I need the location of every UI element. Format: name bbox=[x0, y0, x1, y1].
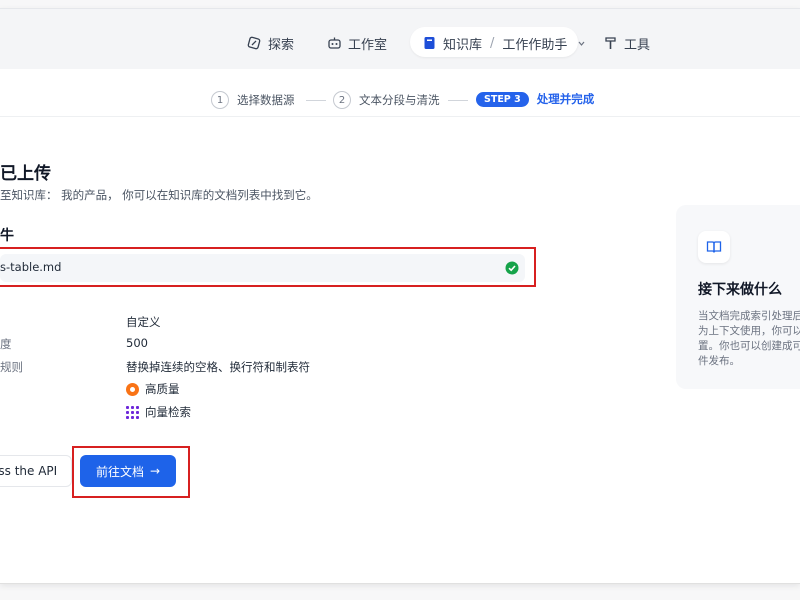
retrieval-label: 向量检索 bbox=[145, 405, 191, 419]
nav-explore-label: 探索 bbox=[268, 37, 295, 53]
max-length-label: 度 bbox=[0, 337, 12, 351]
nav-studio[interactable]: 工作室 bbox=[326, 30, 387, 56]
max-length-value: 500 bbox=[126, 336, 148, 350]
step-connector bbox=[448, 100, 468, 101]
breadcrumb-separator: / bbox=[490, 35, 495, 51]
rules-label: 规则 bbox=[0, 360, 23, 374]
next-steps-card: 接下来做什么 当文档完成索引处理后 为上下文使用，你可以 置。你也可以创建成可 … bbox=[676, 205, 800, 389]
uploaded-file-row[interactable]: s-table.md bbox=[0, 254, 525, 282]
step-1-label: 选择数据源 bbox=[237, 93, 295, 107]
robot-icon bbox=[326, 35, 342, 51]
nav-knowledge-label: 知识库 bbox=[443, 37, 483, 53]
step-1-number: 1 bbox=[211, 91, 229, 109]
vector-grid-icon bbox=[126, 405, 139, 419]
hammer-icon bbox=[602, 35, 618, 51]
stepper: 1 选择数据源 2 文本分段与清洗 STEP 3 处理并完成 bbox=[0, 69, 800, 117]
go-to-documents-button[interactable]: 前往文档 → bbox=[80, 455, 176, 487]
compass-icon bbox=[246, 35, 262, 51]
next-steps-line: 当文档完成索引处理后 bbox=[698, 310, 800, 322]
open-book-icon bbox=[698, 231, 730, 263]
next-steps-line: 件发布。 bbox=[698, 355, 740, 367]
nav-tools-label: 工具 bbox=[624, 37, 651, 53]
step-2: 2 文本分段与清洗 bbox=[333, 91, 440, 109]
step-3-badge: STEP 3 bbox=[476, 91, 529, 107]
page-title: 已上传 bbox=[0, 164, 51, 184]
next-steps-line: 置。你也可以创建成可 bbox=[698, 340, 800, 352]
step-1: 1 选择数据源 bbox=[211, 91, 295, 109]
file-name: s-table.md bbox=[0, 260, 62, 274]
high-quality-icon bbox=[126, 382, 139, 396]
app-window: 探索 工作室 知识库 / 工作作助手 工具 1 选择数据源 2 文本分段与清洗 … bbox=[0, 8, 800, 584]
nav-explore[interactable]: 探索 bbox=[246, 30, 294, 56]
retrieval-value: 向量检索 bbox=[126, 404, 191, 420]
book-icon bbox=[421, 35, 437, 51]
step-3-label: 处理并完成 bbox=[536, 92, 595, 106]
next-steps-title: 接下来做什么 bbox=[698, 282, 782, 298]
chevron-down-icon[interactable] bbox=[573, 35, 589, 51]
next-steps-line: 为上下文使用，你可以 bbox=[698, 325, 800, 337]
step-2-label: 文本分段与清洗 bbox=[359, 93, 440, 107]
rules-value: 替换掉连续的空格、换行符和制表符 bbox=[126, 360, 310, 374]
nav-knowledge[interactable]: 知识库 / 工作作助手 bbox=[421, 30, 589, 56]
index-mode-value: 高质量 bbox=[126, 381, 180, 397]
index-mode-label: 高质量 bbox=[145, 382, 180, 396]
check-circle-icon bbox=[505, 260, 519, 275]
access-api-button[interactable]: ess the API bbox=[0, 455, 72, 487]
nav-tools[interactable]: 工具 bbox=[602, 30, 650, 56]
file-section-heading: 牛 bbox=[0, 228, 14, 244]
step-2-number: 2 bbox=[333, 91, 351, 109]
segment-mode-value: 自定义 bbox=[126, 315, 161, 329]
page-subtitle: 至知识库： 我的产品， 你可以在知识库的文档列表中找到它。 bbox=[0, 188, 318, 202]
top-nav: 探索 工作室 知识库 / 工作作助手 工具 bbox=[0, 9, 800, 69]
arrow-right-icon: → bbox=[149, 464, 161, 478]
step-connector bbox=[306, 100, 326, 101]
access-api-label: ess the API bbox=[0, 464, 58, 478]
step-3: STEP 3 处理并完成 bbox=[476, 91, 594, 107]
next-steps-text: 当文档完成索引处理后 为上下文使用，你可以 置。你也可以创建成可 件发布。 bbox=[698, 309, 800, 369]
go-to-documents-label: 前往文档 bbox=[95, 464, 144, 479]
nav-studio-label: 工作室 bbox=[348, 37, 388, 53]
nav-workspace-label: 工作作助手 bbox=[502, 37, 568, 53]
